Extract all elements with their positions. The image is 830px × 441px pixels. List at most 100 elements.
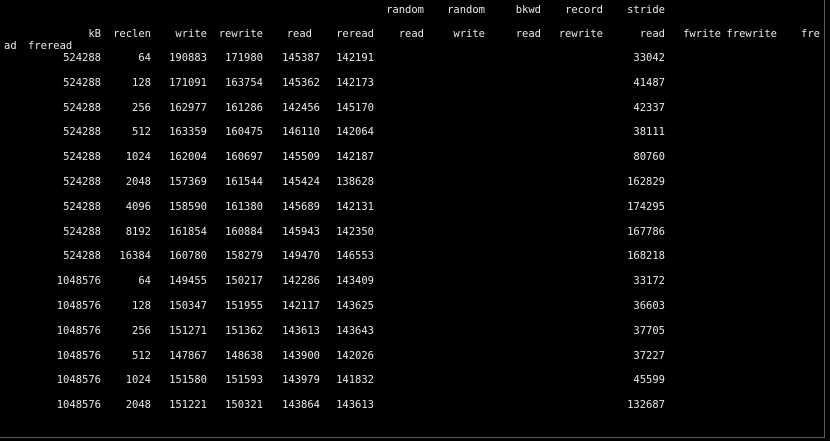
table-cell: 151580 (169, 374, 207, 386)
table-cell: 524288 (63, 126, 101, 138)
table-cell: 145943 (282, 226, 320, 238)
table-cell: 145387 (282, 52, 320, 64)
column-header: random (386, 4, 424, 16)
column-header: read (639, 28, 665, 40)
table-cell: 1048576 (56, 275, 101, 287)
table-cell: 138628 (336, 176, 374, 188)
table-cell: 143979 (282, 374, 320, 386)
table-cell: 160697 (225, 151, 263, 163)
table-cell: 142187 (336, 151, 374, 163)
column-header: freread (28, 40, 73, 52)
table-cell: 146110 (282, 126, 320, 138)
table-cell: 151362 (225, 325, 263, 337)
table-cell: 145424 (282, 176, 320, 188)
table-cell: 1048576 (56, 350, 101, 362)
table-cell: 512 (132, 350, 151, 362)
table-cell: 174295 (627, 201, 665, 213)
table-cell: 161286 (225, 102, 263, 114)
table-cell: 145362 (282, 77, 320, 89)
table-cell: 142131 (336, 201, 374, 213)
table-cell: 143613 (282, 325, 320, 337)
column-header: read (398, 28, 424, 40)
table-cell: 161854 (169, 226, 207, 238)
table-cell: 142456 (282, 102, 320, 114)
table-cell: 142117 (282, 300, 320, 312)
table-cell: 171091 (169, 77, 207, 89)
table-cell: 171980 (225, 52, 263, 64)
table-cell: 162977 (169, 102, 207, 114)
column-header: bkwd (515, 4, 541, 16)
table-cell: 1024 (125, 374, 151, 386)
table-cell: 2048 (125, 399, 151, 411)
table-cell: 80760 (633, 151, 665, 163)
table-cell: 524288 (63, 176, 101, 188)
column-header: stride (627, 4, 665, 16)
table-cell: 1048576 (56, 300, 101, 312)
table-cell: 143643 (336, 325, 374, 337)
table-cell: 42337 (633, 102, 665, 114)
table-cell: 167786 (627, 226, 665, 238)
table-cell: 36603 (633, 300, 665, 312)
table-cell: 37227 (633, 350, 665, 362)
table-cell: 143900 (282, 350, 320, 362)
table-cell: 168218 (627, 250, 665, 262)
table-cell: 256 (132, 325, 151, 337)
table-cell: 145689 (282, 201, 320, 213)
table-cell: 128 (132, 300, 151, 312)
column-header: rewrite (218, 28, 263, 40)
table-cell: 4096 (125, 201, 151, 213)
table-cell: 147867 (169, 350, 207, 362)
table-cell: 41487 (633, 77, 665, 89)
table-cell: 160780 (169, 250, 207, 262)
table-cell: 151593 (225, 374, 263, 386)
column-header: reread (336, 28, 374, 40)
table-cell: 37705 (633, 325, 665, 337)
table-cell: 142064 (336, 126, 374, 138)
column-header: fre (801, 28, 820, 40)
table-cell: 162829 (627, 176, 665, 188)
table-cell: 1024 (125, 151, 151, 163)
table-cell: 143625 (336, 300, 374, 312)
table-cell: 142173 (336, 77, 374, 89)
table-cell: 8192 (125, 226, 151, 238)
table-cell: 143864 (282, 399, 320, 411)
table-cell: 160884 (225, 226, 263, 238)
table-cell: 145170 (336, 102, 374, 114)
table-cell: 1048576 (56, 325, 101, 337)
table-cell: 158590 (169, 201, 207, 213)
table-cell: 16384 (119, 250, 151, 262)
table-cell: 142350 (336, 226, 374, 238)
table-cell: 524288 (63, 250, 101, 262)
table-cell: 151271 (169, 325, 207, 337)
column-header: frewrite (726, 28, 777, 40)
table-cell: 190883 (169, 52, 207, 64)
column-header: write (453, 28, 485, 40)
column-header: record (565, 4, 603, 16)
table-cell: 524288 (63, 201, 101, 213)
table-cell: 151221 (169, 399, 207, 411)
column-header: random (447, 4, 485, 16)
table-cell: 524288 (63, 151, 101, 163)
table-cell: 141832 (336, 374, 374, 386)
table-cell: 142286 (282, 275, 320, 287)
table-cell: 524288 (63, 77, 101, 89)
table-cell: 160475 (225, 126, 263, 138)
table-cell: 150217 (225, 275, 263, 287)
table-cell: 142191 (336, 52, 374, 64)
table-cell: 143613 (336, 399, 374, 411)
table-cell: 145509 (282, 151, 320, 163)
table-cell: 149455 (169, 275, 207, 287)
table-cell: 150321 (225, 399, 263, 411)
table-cell: 158279 (225, 250, 263, 262)
table-cell: 161380 (225, 201, 263, 213)
table-cell: 148638 (225, 350, 263, 362)
column-header: read (286, 28, 312, 40)
table-cell: 33172 (633, 275, 665, 287)
table-cell: 162004 (169, 151, 207, 163)
table-cell: 161544 (225, 176, 263, 188)
terminal-window[interactable]: random random bkwd record stride kB reclen writ… (0, 0, 825, 438)
table-cell: 132687 (627, 399, 665, 411)
table-cell: 2048 (125, 176, 151, 188)
table-cell: 143409 (336, 275, 374, 287)
table-cell: 163359 (169, 126, 207, 138)
